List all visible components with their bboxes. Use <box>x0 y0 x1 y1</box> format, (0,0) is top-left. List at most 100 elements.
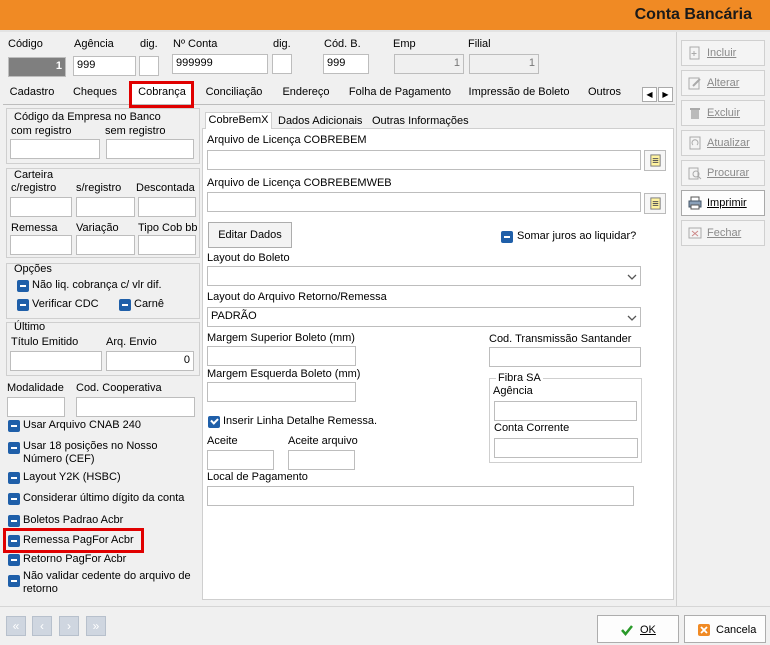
y2k-checkbox[interactable] <box>8 472 20 484</box>
s-registro-label: s/registro <box>76 182 122 194</box>
com-registro-label: com registro <box>11 125 72 137</box>
codigo-label: Código <box>8 38 43 50</box>
codb-field[interactable]: 999 <box>323 54 369 74</box>
chevron-down-icon <box>627 274 637 280</box>
licenca-cobrebemweb-field[interactable] <box>207 192 641 212</box>
excluir-button[interactable]: Excluir <box>681 100 765 126</box>
licenca-cobrebem-browse[interactable] <box>644 150 666 171</box>
trash-icon <box>690 108 700 119</box>
nao-validar-checkbox[interactable] <box>8 575 20 587</box>
first-record-button[interactable]: « <box>6 616 26 636</box>
conta-dig-field[interactable] <box>272 54 292 74</box>
cnab240-checkbox[interactable] <box>8 420 20 432</box>
window-title: Conta Bancária <box>634 6 752 23</box>
subtab-dados-adicionais[interactable]: Dados Adicionais <box>278 115 362 127</box>
imprimir-label: Imprimir <box>707 197 747 209</box>
filial-label: Filial <box>468 38 491 50</box>
licenca-cobrebem-field[interactable] <box>207 150 641 170</box>
fibra-agencia-field[interactable] <box>494 401 637 421</box>
titulo-emitido-field[interactable] <box>10 351 102 371</box>
tab-strip-line <box>3 104 675 105</box>
subtab-outras-informacoes[interactable]: Outras Informações <box>372 115 469 127</box>
checkmark-icon <box>621 625 633 636</box>
com-registro-field[interactable] <box>10 139 100 159</box>
licenca-cobrebemweb-browse[interactable] <box>644 193 666 214</box>
tab-scroll-right[interactable]: ▶ <box>658 87 673 102</box>
tab-folha-pagamento[interactable]: Folha de Pagamento <box>343 82 457 104</box>
nao-liq-label: Não liq. cobrança c/ vlr dif. <box>32 279 162 291</box>
chevron-down-icon <box>627 315 637 321</box>
atualizar-button[interactable]: Atualizar <box>681 130 765 156</box>
ok-button[interactable]: OK <box>597 615 679 643</box>
cod-cooperativa-field[interactable] <box>76 397 195 417</box>
aceite-arquivo-field[interactable] <box>288 450 355 470</box>
inserir-linha-checkbox[interactable] <box>208 416 220 428</box>
ultimo-digito-checkbox[interactable] <box>8 493 20 505</box>
ultimo-digito-label: Considerar último dígito da conta <box>23 492 185 504</box>
conta-label: Nº Conta <box>173 38 218 50</box>
cod-transmissao-field[interactable] <box>489 347 641 367</box>
layout-retorno-select[interactable]: PADRÃO <box>207 307 641 327</box>
sem-registro-field[interactable] <box>106 139 194 159</box>
tab-impressao-boleto[interactable]: Impressão de Boleto <box>462 82 576 104</box>
cancel-button[interactable]: Cancela <box>684 615 766 643</box>
filial-field: 1 <box>469 54 539 74</box>
imprimir-button[interactable]: Imprimir <box>681 190 765 216</box>
document-icon <box>650 197 661 210</box>
plus-document-icon <box>689 46 700 60</box>
somar-juros-checkbox[interactable] <box>501 231 513 243</box>
fechar-button[interactable]: Fechar <box>681 220 765 246</box>
sem-registro-label: sem registro <box>105 125 166 137</box>
last-record-button[interactable]: » <box>86 616 106 636</box>
nao-liq-checkbox[interactable] <box>17 280 29 292</box>
retorno-pagfor-label: Retorno PagFor Acbr <box>23 553 127 565</box>
boletos-acbr-checkbox[interactable] <box>8 515 20 527</box>
c-registro-field[interactable] <box>10 197 72 217</box>
18pos-checkbox[interactable] <box>8 442 20 454</box>
tab-cheques[interactable]: Cheques <box>64 82 126 104</box>
margem-superior-field[interactable] <box>207 346 356 366</box>
conta-field[interactable]: 999999 <box>172 54 268 74</box>
fibra-conta-field[interactable] <box>494 438 638 458</box>
modalidade-field[interactable] <box>7 397 65 417</box>
fibra-conta-label: Conta Corrente <box>494 422 570 434</box>
boletos-acbr-label: Boletos Padrao Acbr <box>23 514 124 526</box>
verificar-cdc-checkbox[interactable] <box>17 299 29 311</box>
tab-scroll-left[interactable]: ◀ <box>642 87 657 102</box>
alterar-label: Alterar <box>707 77 740 89</box>
descontada-field[interactable] <box>138 197 196 217</box>
footer-divider <box>0 606 770 607</box>
s-registro-field[interactable] <box>76 197 135 217</box>
local-pagamento-field[interactable] <box>207 486 634 506</box>
arq-envio-field[interactable]: 0 <box>106 351 194 371</box>
aceite-field[interactable] <box>207 450 274 470</box>
tab-cadastro[interactable]: Cadastro <box>4 82 60 104</box>
variacao-field[interactable] <box>76 235 135 255</box>
verificar-cdc-label: Verificar CDC <box>32 298 99 310</box>
tab-outros[interactable]: Outros <box>582 82 627 104</box>
agencia-field[interactable]: 999 <box>73 56 136 76</box>
prev-record-button[interactable]: ‹ <box>32 616 52 636</box>
tab-endereco[interactable]: Endereço <box>275 82 337 104</box>
tab-conciliacao[interactable]: Conciliação <box>199 82 269 104</box>
atualizar-label: Atualizar <box>707 137 750 149</box>
agencia-label: Agência <box>74 38 114 50</box>
incluir-label: Incluir <box>707 47 737 59</box>
incluir-button[interactable]: Incluir <box>681 40 765 66</box>
remessa-field[interactable] <box>10 235 72 255</box>
agencia-dig-field[interactable] <box>139 56 159 76</box>
procurar-button[interactable]: Procurar <box>681 160 765 186</box>
cod-transmissao-label: Cod. Transmissão Santander <box>489 333 632 345</box>
editar-dados-button[interactable]: Editar Dados <box>208 222 292 248</box>
carne-checkbox[interactable] <box>119 299 131 311</box>
layout-boleto-select[interactable] <box>207 266 641 286</box>
subtab-cobrebemx[interactable]: CobreBemX <box>205 112 272 129</box>
fibra-agencia-label: Agência <box>493 385 533 397</box>
retorno-pagfor-checkbox[interactable] <box>8 554 20 566</box>
alterar-button[interactable]: Alterar <box>681 70 765 96</box>
tipo-cob-field[interactable] <box>138 235 196 255</box>
margem-esquerda-field[interactable] <box>207 382 356 402</box>
procurar-label: Procurar <box>707 167 750 179</box>
next-record-button[interactable]: › <box>59 616 79 636</box>
codigo-field[interactable]: 1 <box>8 57 66 77</box>
